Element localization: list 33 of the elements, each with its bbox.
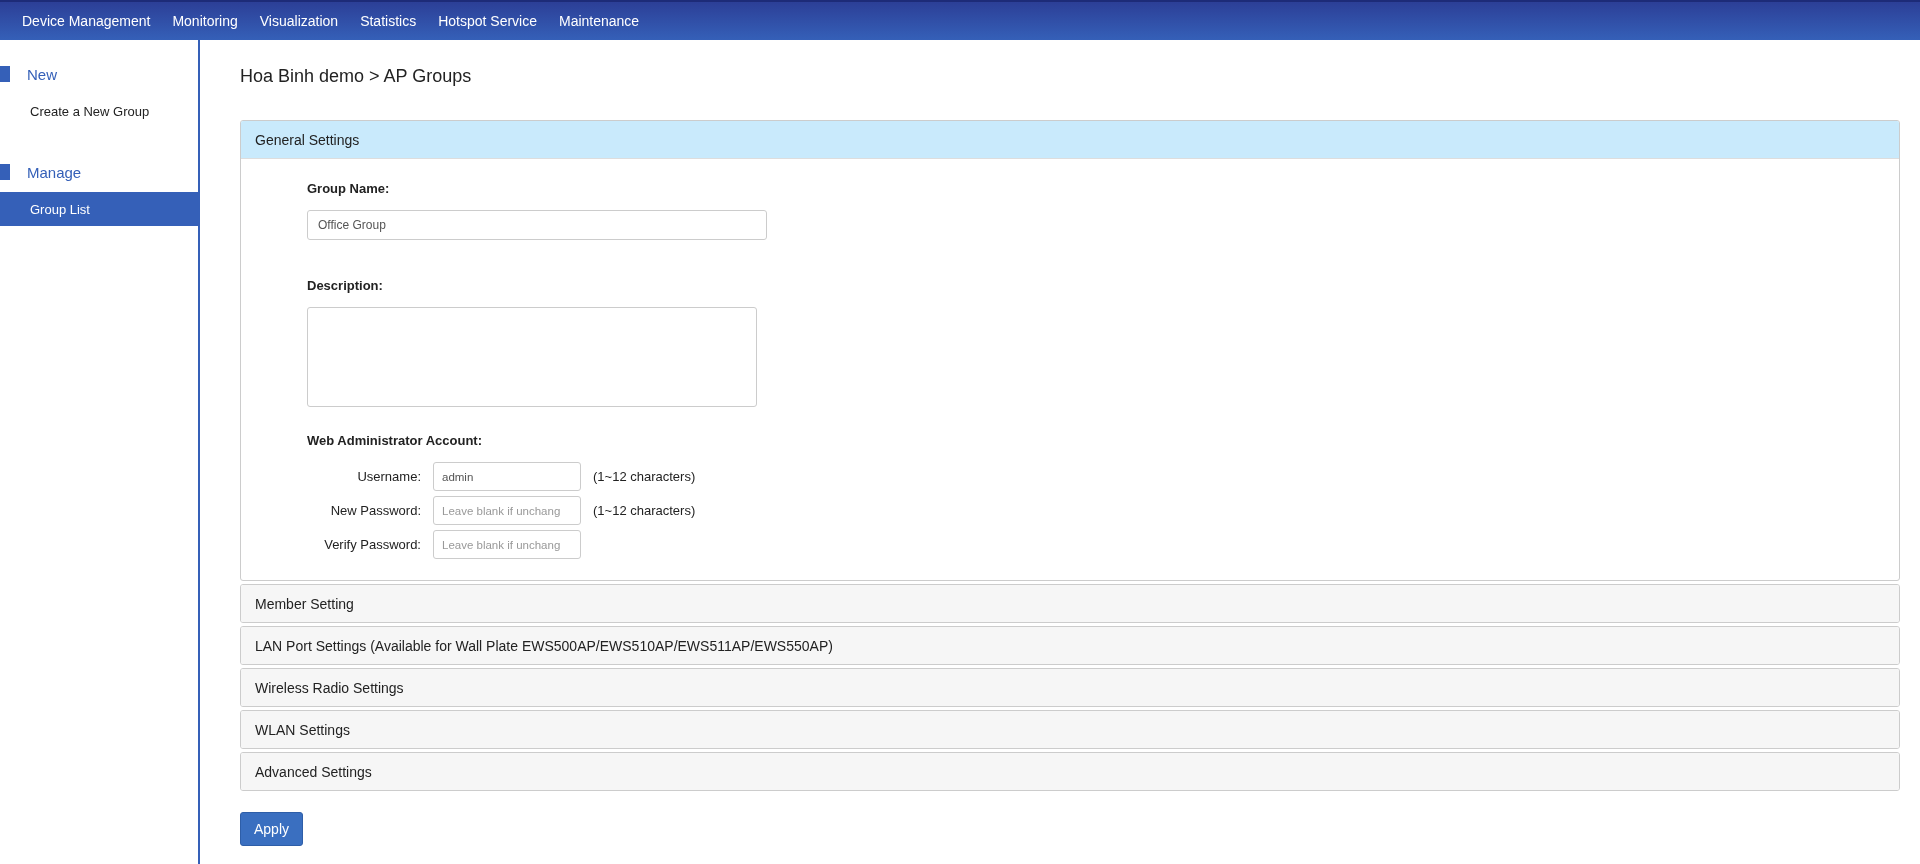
panel-header[interactable]: LAN Port Settings (Available for Wall Plate EWS500AP/EWS510AP/EWS511AP/EWS550AP)	[241, 627, 1899, 664]
section-marker	[0, 164, 10, 180]
nav-link[interactable]: Device Management	[12, 13, 161, 29]
nav-link[interactable]: Monitoring	[162, 13, 248, 29]
nav-link[interactable]: Visualization	[249, 13, 349, 29]
section-label: Web Administrator Account:	[307, 433, 484, 448]
field-hint: (1~12 characters)	[593, 469, 697, 484]
input-field[interactable]: Leave blank if unchang	[433, 496, 581, 525]
sidebar-section-title: New	[27, 65, 57, 83]
section-marker	[0, 66, 10, 82]
field-label: Username:	[356, 469, 421, 484]
panel-header[interactable]: General Settings	[241, 121, 1899, 158]
panel-header[interactable]: Member Setting	[241, 585, 1899, 622]
input-field[interactable]: admin	[433, 462, 581, 491]
breadcrumb: Hoa Binh demo > AP Groups	[240, 66, 473, 87]
nav-link[interactable]: Statistics	[350, 13, 427, 29]
panel-header[interactable]: Advanced Settings	[241, 753, 1899, 790]
field-label: Description:	[307, 278, 384, 293]
apply-button[interactable]: Apply	[240, 812, 304, 846]
field-label: Verify Password:	[323, 537, 421, 552]
nav-link[interactable]: Hotspot Service	[428, 13, 547, 29]
field-label: New Password:	[329, 503, 421, 518]
sidebar-section-title: Manage	[27, 163, 82, 181]
input-field[interactable]: Leave blank if unchang	[433, 530, 581, 559]
nav-link[interactable]: Maintenance	[549, 13, 650, 29]
sidebar-item[interactable]: Create a New Group	[0, 94, 198, 128]
field-label: Group Name:	[307, 181, 391, 196]
group-name-field[interactable]: Office Group	[307, 210, 767, 240]
description-field[interactable]	[307, 307, 757, 407]
panel-header[interactable]: WLAN Settings	[241, 711, 1899, 748]
sidebar-item[interactable]: Group List	[0, 192, 198, 226]
field-hint: (1~12 characters)	[593, 503, 697, 518]
panel-header[interactable]: Wireless Radio Settings	[241, 669, 1899, 706]
